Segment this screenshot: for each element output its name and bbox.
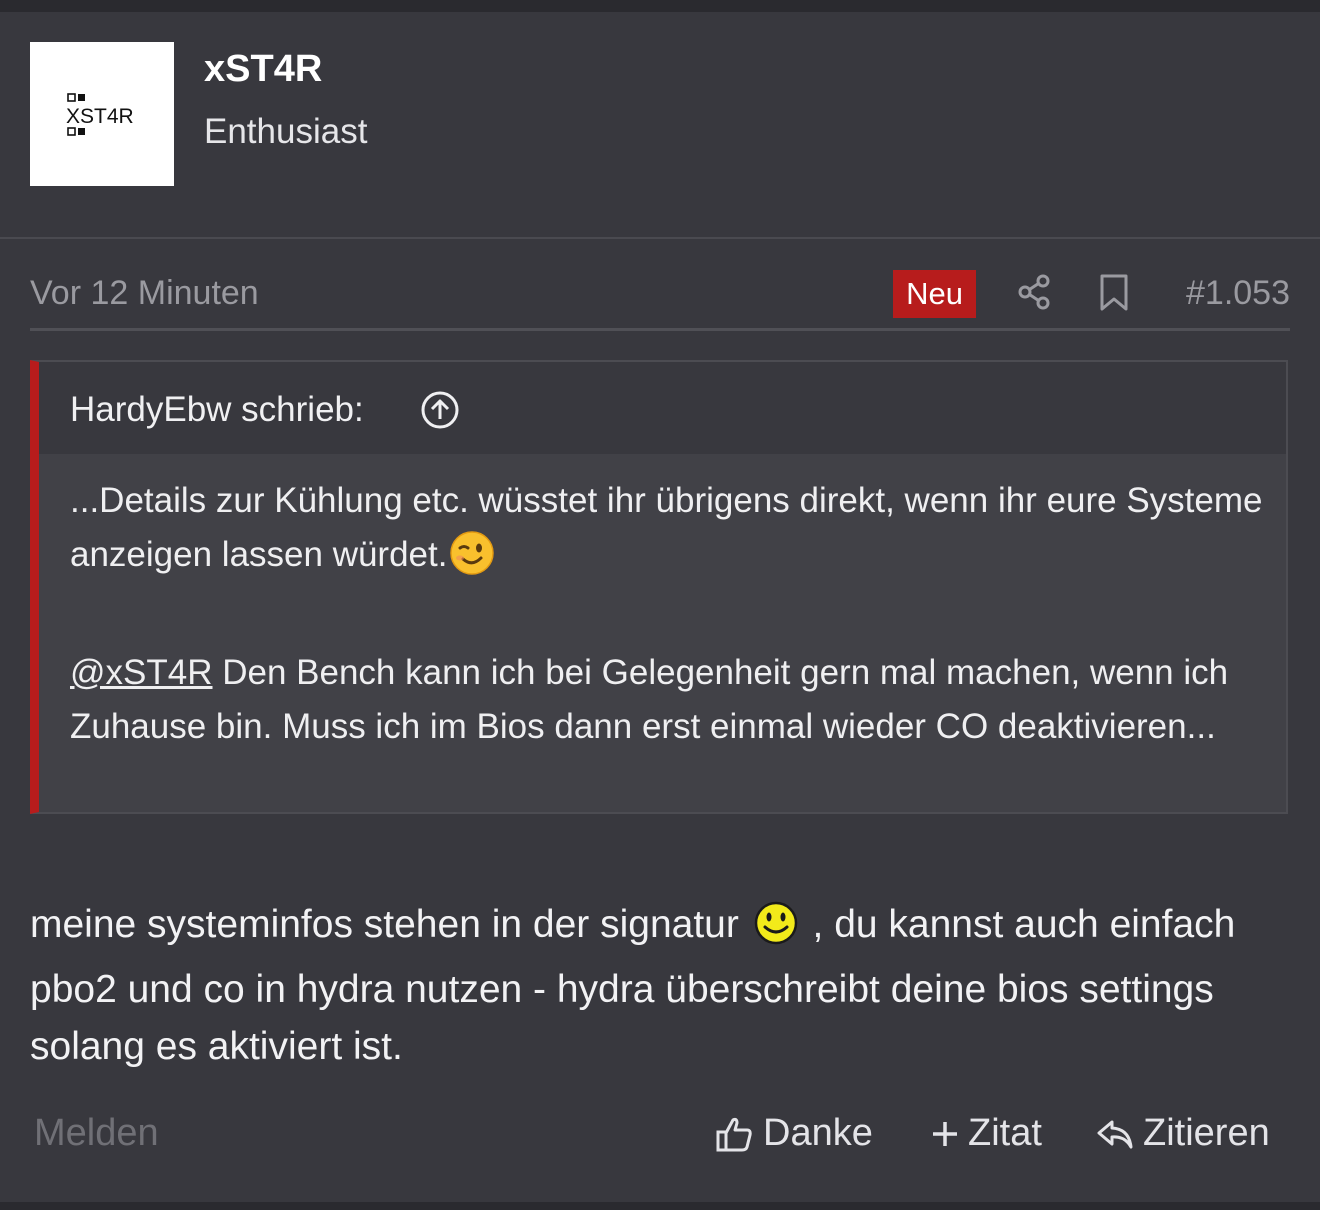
bookmark-icon[interactable] xyxy=(1096,272,1132,312)
like-button[interactable]: Danke xyxy=(715,1112,873,1155)
header-divider xyxy=(0,237,1320,239)
reply-label: Zitieren xyxy=(1143,1112,1270,1154)
report-button[interactable]: Melden xyxy=(34,1112,159,1155)
new-badge: Neu xyxy=(893,270,976,318)
post-message: meine systeminfos stehen in der signatur… xyxy=(30,896,1300,1075)
post-actions: Melden Danke Zitat Zitieren xyxy=(30,1106,1290,1166)
avatar[interactable]: XST4R xyxy=(30,42,174,186)
like-label: Danke xyxy=(763,1112,873,1154)
arrow-up-circle-icon[interactable] xyxy=(420,390,460,430)
quote-text-1: ...Details zur Kühlung etc. wüsstet ihr … xyxy=(70,481,1263,574)
post-number[interactable]: #1.053 xyxy=(1186,274,1290,313)
post-time[interactable]: Vor 12 Minuten xyxy=(30,274,259,313)
avatar-logo: XST4R xyxy=(66,93,134,136)
quote-body: ...Details zur Kühlung etc. wüsstet ihr … xyxy=(70,474,1270,754)
mention-link[interactable]: @xST4R xyxy=(70,653,213,692)
post-meta-bar: Vor 12 Minuten Neu #1.053 xyxy=(30,260,1290,331)
add-quote-label: Zitat xyxy=(968,1112,1042,1154)
plus-icon xyxy=(933,1121,957,1146)
reply-button[interactable]: Zitieren xyxy=(1095,1112,1270,1155)
share-icon[interactable] xyxy=(1014,272,1054,312)
winking-face-emoji xyxy=(449,530,495,592)
quote-text-2: Den Bench kann ich bei Gelegenheit gern … xyxy=(70,653,1229,746)
message-text-1: meine systeminfos stehen in der signatur xyxy=(30,903,750,946)
avatar-text: XST4R xyxy=(66,105,134,128)
quote-gap xyxy=(70,592,1270,646)
add-quote-button[interactable]: Zitat xyxy=(930,1112,1042,1155)
user-title: Enthusiast xyxy=(204,112,368,151)
quote-author[interactable]: HardyEbw schrieb: xyxy=(70,390,364,430)
reply-icon xyxy=(1097,1120,1133,1148)
top-band xyxy=(0,0,1320,12)
thumbs-up-icon xyxy=(716,1117,752,1151)
quote-paragraph-1: ...Details zur Kühlung etc. wüsstet ihr … xyxy=(70,474,1270,592)
username[interactable]: xST4R xyxy=(204,48,322,91)
bottom-band xyxy=(0,1202,1320,1210)
quote-block: HardyEbw schrieb: ...Details zur Kühlung… xyxy=(30,360,1288,814)
quote-header: HardyEbw schrieb: xyxy=(39,362,1286,454)
smiley-emoji xyxy=(754,901,798,961)
quote-paragraph-2: @xST4R Den Bench kann ich bei Gelegenhei… xyxy=(70,646,1270,754)
